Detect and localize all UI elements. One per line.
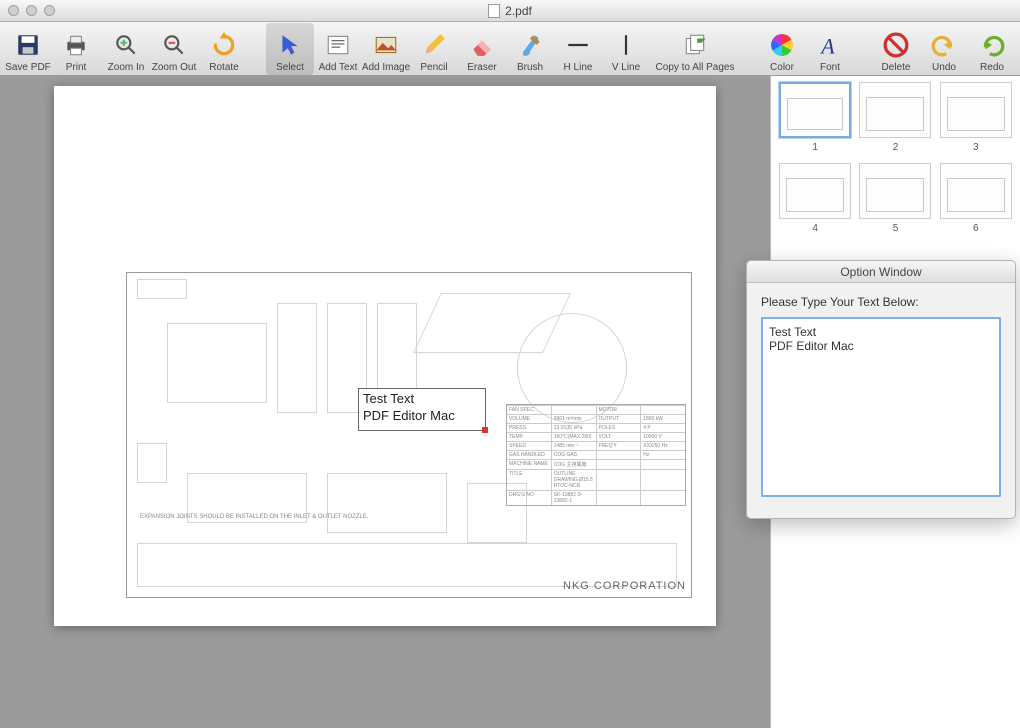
redo-icon xyxy=(977,30,1007,60)
title-bar: 2.pdf xyxy=(0,0,1020,22)
option-window[interactable]: Option Window Please Type Your Text Belo… xyxy=(746,260,1016,519)
option-window-title: Option Window xyxy=(747,261,1015,283)
undo-button[interactable]: Undo xyxy=(920,23,968,75)
thumbnail-grid: 1 2 3 4 5 6 xyxy=(771,82,1020,240)
canvas-area[interactable]: EXPANSION JOINTS SHOULD BE INSTALLED ON … xyxy=(0,76,770,728)
h-line-button[interactable]: H Line xyxy=(554,23,602,75)
eraser-button[interactable]: Eraser xyxy=(458,23,506,75)
option-window-label: Please Type Your Text Below: xyxy=(761,295,1001,309)
h-line-icon xyxy=(563,30,593,60)
window-title-text: 2.pdf xyxy=(505,4,532,18)
copy-to-all-pages-button[interactable]: Copy to All Pages xyxy=(650,23,740,75)
overlay-text-line: PDF Editor Mac xyxy=(363,408,481,425)
zoom-in-icon xyxy=(111,30,141,60)
brush-icon xyxy=(515,30,545,60)
fan-spec-table: FAN SPEC.MOTOR VOLUME6961 m³/minOUTPUT18… xyxy=(506,404,686,506)
thumbnail-3[interactable]: 3 xyxy=(938,82,1014,159)
pencil-button[interactable]: Pencil xyxy=(410,23,458,75)
thumbnail-4[interactable]: 4 xyxy=(777,163,853,240)
thumbnail-2[interactable]: 2 xyxy=(857,82,933,159)
save-icon xyxy=(13,30,43,60)
svg-text:A: A xyxy=(819,34,835,57)
zoom-out-icon xyxy=(159,30,189,60)
print-button[interactable]: Print xyxy=(52,23,100,75)
save-pdf-button[interactable]: Save PDF xyxy=(4,23,52,75)
rotate-icon xyxy=(209,30,239,60)
corporation-label: NKG CORPORATION xyxy=(563,580,686,592)
color-button[interactable]: Color xyxy=(758,23,806,75)
text-overlay-box[interactable]: Test Text PDF Editor Mac xyxy=(358,388,486,431)
v-line-button[interactable]: V Line xyxy=(602,23,650,75)
cursor-icon xyxy=(275,30,305,60)
thumbnail-1[interactable]: 1 xyxy=(777,82,853,159)
thumbnail-6[interactable]: 6 xyxy=(938,163,1014,240)
font-icon: A xyxy=(815,30,845,60)
window-title: 2.pdf xyxy=(0,4,1020,18)
pdf-page: EXPANSION JOINTS SHOULD BE INSTALLED ON … xyxy=(54,86,716,626)
print-icon xyxy=(61,30,91,60)
zoom-out-button[interactable]: Zoom Out xyxy=(150,23,198,75)
resize-handle[interactable] xyxy=(482,427,488,433)
copy-pages-icon xyxy=(680,30,710,60)
overlay-text-line: Test Text xyxy=(363,391,481,408)
font-button[interactable]: A Font xyxy=(806,23,854,75)
v-line-icon xyxy=(611,30,641,60)
text-input-area[interactable] xyxy=(761,317,1001,497)
redo-button[interactable]: Redo xyxy=(968,23,1016,75)
toolbar: Save PDF Print Zoom In Zoom Out xyxy=(0,22,1020,76)
delete-button[interactable]: Delete xyxy=(872,23,920,75)
pencil-icon xyxy=(419,30,449,60)
delete-icon xyxy=(881,30,911,60)
add-text-button[interactable]: Add Text xyxy=(314,23,362,75)
select-button[interactable]: Select xyxy=(266,23,314,75)
expansion-note: EXPANSION JOINTS SHOULD BE INSTALLED ON … xyxy=(140,514,369,520)
color-wheel-icon xyxy=(767,30,797,60)
add-text-icon xyxy=(323,30,353,60)
document-icon xyxy=(488,4,500,18)
eraser-icon xyxy=(467,30,497,60)
add-image-button[interactable]: Add Image xyxy=(362,23,410,75)
add-image-icon xyxy=(371,30,401,60)
undo-icon xyxy=(929,30,959,60)
thumbnail-5[interactable]: 5 xyxy=(857,163,933,240)
brush-button[interactable]: Brush xyxy=(506,23,554,75)
rotate-button[interactable]: Rotate xyxy=(200,23,248,75)
zoom-in-button[interactable]: Zoom In xyxy=(102,23,150,75)
